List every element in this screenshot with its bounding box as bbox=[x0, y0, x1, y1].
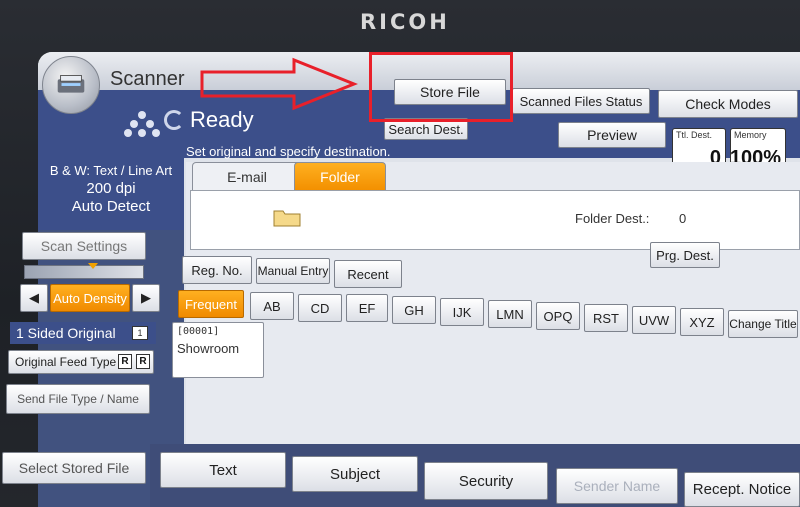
ready-spinner-icon bbox=[164, 110, 184, 130]
index-gh-button[interactable]: GH bbox=[392, 296, 436, 324]
destination-pane: Folder Dest.: 0 bbox=[190, 190, 800, 250]
entry-code: [00001] bbox=[177, 326, 220, 337]
scan-detect: Auto Detect bbox=[71, 198, 151, 215]
preview-button[interactable]: Preview bbox=[558, 122, 666, 148]
sided-original-icon: 1 bbox=[132, 326, 148, 340]
annotation-arrow-icon bbox=[200, 57, 358, 111]
feed-orientation-icon: R bbox=[118, 354, 132, 369]
subject-button[interactable]: Subject bbox=[292, 456, 418, 492]
index-ab-button[interactable]: AB bbox=[250, 292, 294, 320]
brand-logo: RICOH bbox=[360, 10, 450, 34]
ttl-dest-label: Ttl. Dest. bbox=[676, 130, 713, 140]
index-xyz-button[interactable]: XYZ bbox=[680, 308, 724, 336]
folder-icon bbox=[273, 210, 301, 227]
density-marker-icon bbox=[88, 263, 98, 269]
scanner-icon bbox=[42, 56, 100, 114]
security-button[interactable]: Security bbox=[424, 462, 548, 500]
density-increase-button[interactable]: ▶ bbox=[132, 284, 160, 312]
original-feed-type-button[interactable]: Original Feed Type bbox=[8, 350, 154, 374]
entry-name: Showroom bbox=[177, 341, 240, 356]
tab-email[interactable]: E-mail bbox=[192, 162, 302, 190]
recept-notice-button[interactable]: Recept. Notice bbox=[684, 472, 800, 507]
status-message: Set original and specify destination. bbox=[186, 144, 391, 159]
scanned-files-status-button[interactable]: Scanned Files Status bbox=[512, 88, 650, 114]
select-stored-file-button[interactable]: Select Stored File bbox=[2, 452, 146, 484]
scan-mode-summary: B & W: Text / Line Art 200 dpi Auto Dete… bbox=[38, 158, 184, 230]
scan-resolution: 200 dpi bbox=[86, 180, 136, 197]
manual-entry-button[interactable]: Manual Entry bbox=[256, 258, 330, 284]
index-opq-button[interactable]: OPQ bbox=[536, 302, 580, 330]
recent-button[interactable]: Recent bbox=[334, 260, 402, 288]
app-title: Scanner bbox=[110, 68, 185, 90]
originals-icon bbox=[124, 111, 160, 137]
folder-dest-count: 0 bbox=[679, 211, 687, 226]
index-lmn-button[interactable]: LMN bbox=[488, 300, 532, 328]
index-ijk-button[interactable]: IJK bbox=[440, 298, 484, 326]
memory-label: Memory bbox=[734, 130, 767, 140]
scan-settings-button[interactable]: Scan Settings bbox=[22, 232, 146, 260]
density-decrease-button[interactable]: ◀ bbox=[20, 284, 48, 312]
index-ef-button[interactable]: EF bbox=[346, 294, 388, 322]
annotation-highlight-box bbox=[369, 52, 513, 122]
index-uvw-button[interactable]: UVW bbox=[632, 306, 676, 334]
auto-density-button[interactable]: Auto Density bbox=[50, 284, 130, 312]
send-file-type-button[interactable]: Send File Type / Name bbox=[6, 384, 150, 414]
change-title-button[interactable]: Change Title bbox=[728, 310, 798, 338]
folder-dest-label: Folder Dest.: bbox=[575, 211, 650, 226]
index-rst-button[interactable]: RST bbox=[584, 304, 628, 332]
list-item[interactable]: [00001] Showroom bbox=[172, 322, 264, 378]
program-dest-button[interactable]: Prg. Dest. bbox=[650, 242, 720, 268]
check-modes-button[interactable]: Check Modes bbox=[658, 90, 798, 118]
density-scale bbox=[24, 265, 144, 279]
text-button[interactable]: Text bbox=[160, 452, 286, 488]
index-frequent-button[interactable]: Frequent bbox=[178, 290, 244, 318]
feed-orientation-icon: R bbox=[136, 354, 150, 369]
original-feed-type-label: Original Feed Type bbox=[15, 355, 117, 369]
sender-name-button[interactable]: Sender Name bbox=[556, 468, 678, 504]
scan-mode-type: B & W: Text / Line Art bbox=[49, 163, 173, 178]
reg-no-button[interactable]: Reg. No. bbox=[182, 256, 252, 284]
tab-folder[interactable]: Folder bbox=[294, 162, 386, 190]
index-cd-button[interactable]: CD bbox=[298, 294, 342, 322]
